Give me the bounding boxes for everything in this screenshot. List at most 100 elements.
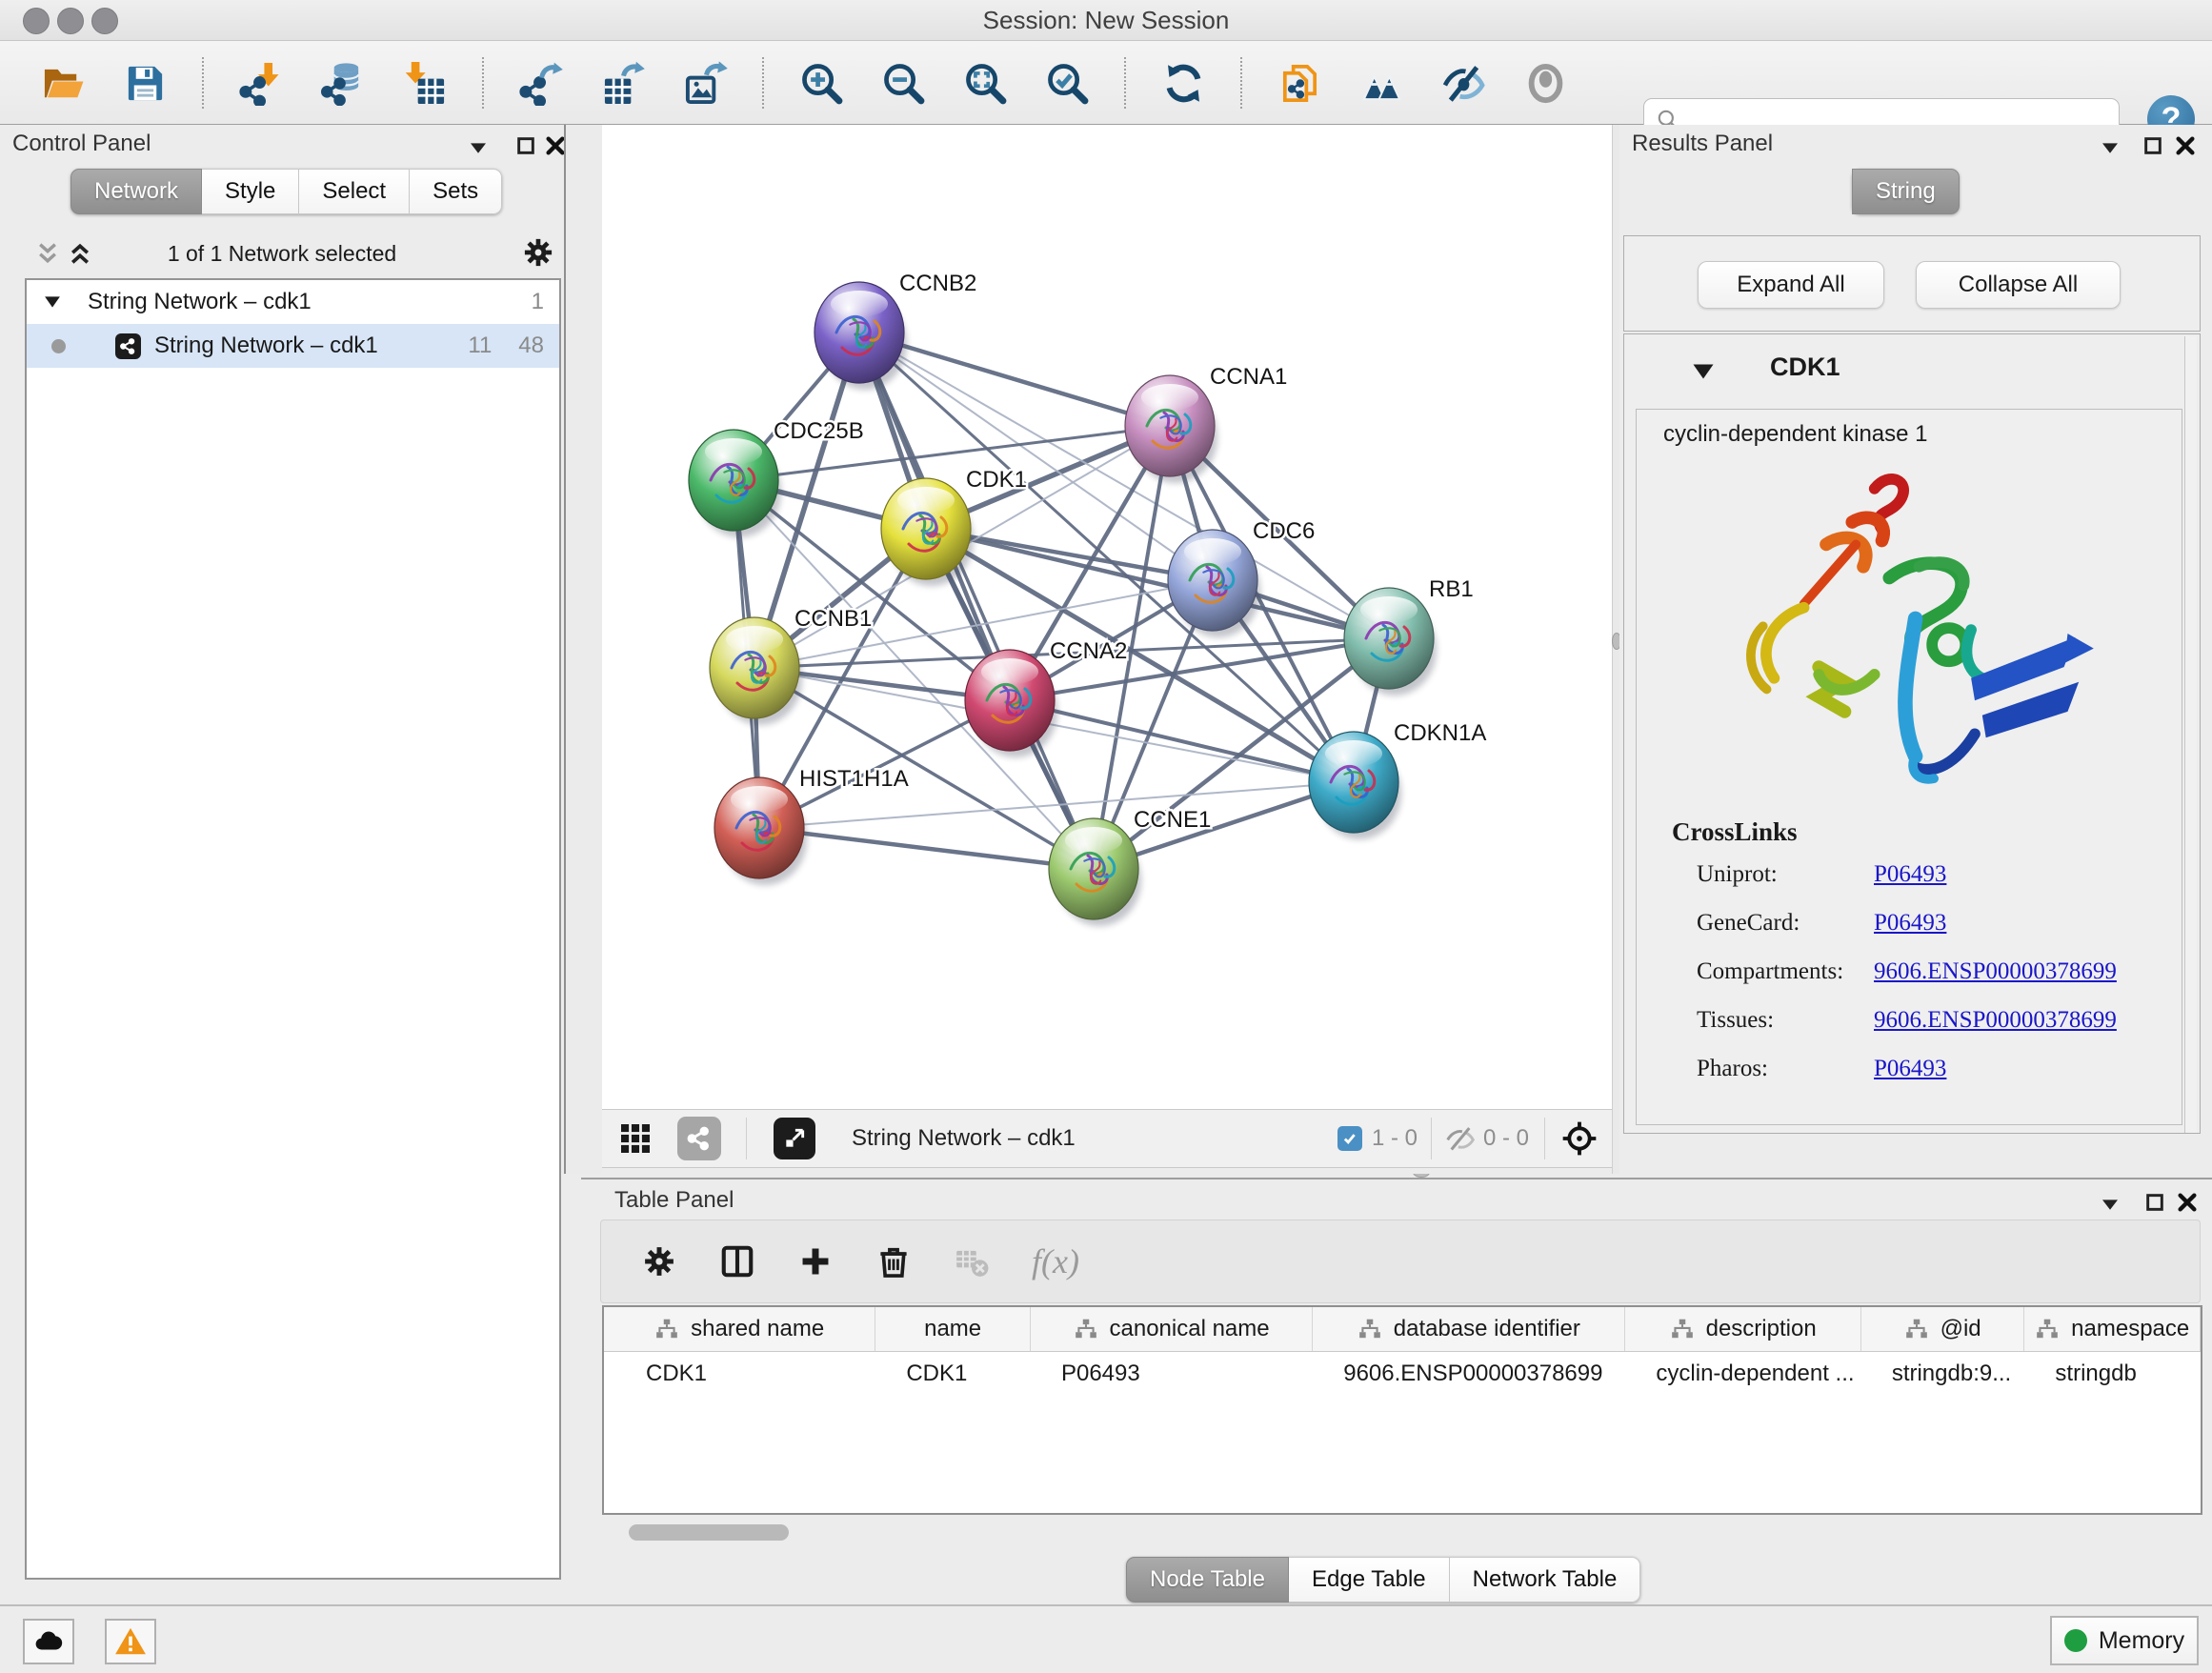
birdseye-view-icon[interactable] <box>1357 58 1406 108</box>
tree-expander-icon[interactable] <box>44 295 61 309</box>
crosslink-row: Compartments:9606.ENSP00000378699 <box>1697 947 2154 996</box>
results-scrollbar[interactable] <box>2184 336 2197 1133</box>
zoom-fit-icon[interactable] <box>960 58 1010 108</box>
graph-node-CDKN1A[interactable]: CDKN1A <box>1309 720 1486 839</box>
table-header-row: shared namenamecanonical namedatabase id… <box>604 1307 2201 1352</box>
column-header-namespace[interactable]: namespace <box>2024 1307 2201 1351</box>
tab-select[interactable]: Select <box>299 169 410 214</box>
hide-graphics-details-icon[interactable] <box>1438 58 1488 108</box>
import-network-from-file-icon[interactable] <box>236 58 286 108</box>
graph-edge-CCNE1-HIST1H1A[interactable] <box>759 828 1094 869</box>
fit-selected-crosshair-icon[interactable] <box>1560 1119 1599 1158</box>
network-row-selected[interactable]: String Network – cdk1 11 48 <box>27 324 559 368</box>
export-table-icon[interactable] <box>598 58 648 108</box>
edge-count: 48 <box>518 333 544 359</box>
network-canvas[interactable]: CCNB2CCNA1CDC25BCDK1CDC6RB1CCNB1CCNA2CDK… <box>602 125 1612 1109</box>
column-header-shared-name[interactable]: shared name <box>604 1307 875 1351</box>
crosslink-link[interactable]: 9606.ENSP00000378699 <box>1874 958 2117 985</box>
apply-preferred-layout-icon[interactable] <box>1158 58 1208 108</box>
crosslink-link[interactable]: P06493 <box>1874 861 1946 888</box>
tab-string[interactable]: String <box>1852 169 1960 214</box>
memory-button[interactable]: Memory <box>2050 1616 2199 1665</box>
graph-node-CCNA1[interactable]: CCNA1 <box>1125 364 1287 483</box>
collapse-panel-icon[interactable] <box>2101 140 2120 155</box>
zoom-window-button[interactable] <box>91 8 118 34</box>
column-header-canonical-name[interactable]: canonical name <box>1031 1307 1313 1351</box>
column-header-description[interactable]: description <box>1625 1307 1860 1351</box>
close-panel-icon[interactable] <box>2177 1192 2198 1213</box>
warnings-button[interactable] <box>105 1619 156 1664</box>
minimize-window-button[interactable] <box>57 8 84 34</box>
close-panel-icon[interactable] <box>2175 135 2196 156</box>
zoom-out-icon[interactable] <box>878 58 928 108</box>
graph-node-CDC25B[interactable]: CDC25B <box>689 418 864 537</box>
node-label-CCNE1: CCNE1 <box>1134 807 1211 833</box>
graph-node-RB1[interactable]: RB1 <box>1344 576 1474 695</box>
protein-structure-image <box>1696 448 2105 819</box>
show-graphics-details-icon[interactable] <box>1275 58 1324 108</box>
export-network-icon[interactable] <box>516 58 566 108</box>
hidden-eye-slash-icon[interactable] <box>1445 1123 1476 1154</box>
crosslink-link[interactable]: P06493 <box>1874 910 1946 937</box>
selected-checkbox-icon[interactable] <box>1337 1126 1362 1151</box>
graph-node-CCNB2[interactable]: CCNB2 <box>814 271 976 390</box>
open-session-icon[interactable] <box>38 58 88 108</box>
network-options-gear-icon[interactable] <box>521 235 555 270</box>
import-table-from-file-icon[interactable] <box>400 58 450 108</box>
collapse-all-button[interactable]: Collapse All <box>1916 261 2121 309</box>
grid-view-icon[interactable] <box>618 1121 653 1156</box>
float-panel-icon[interactable] <box>2142 135 2163 156</box>
table-options-gear-icon[interactable] <box>641 1243 677 1280</box>
column-header-database-identifier[interactable]: database identifier <box>1313 1307 1625 1351</box>
results-panel-tabs: String <box>1852 169 1960 214</box>
save-session-icon[interactable] <box>120 58 170 108</box>
float-panel-icon[interactable] <box>515 135 536 156</box>
graph-edge-CCNA2-CDKN1A[interactable] <box>1010 700 1354 782</box>
crosslink-link[interactable]: P06493 <box>1874 1056 1946 1082</box>
float-panel-icon[interactable] <box>2144 1192 2165 1213</box>
crosslink-link[interactable]: 9606.ENSP00000378699 <box>1874 1007 2117 1034</box>
entry-title: CDK1 <box>1770 353 1840 382</box>
control-panel-tabs: Network Style Select Sets <box>70 169 502 214</box>
graph-node-CDC6[interactable]: CDC6 <box>1168 518 1315 637</box>
crosslink-label: Pharos: <box>1697 1056 1874 1082</box>
collapse-panel-icon[interactable] <box>2101 1197 2120 1212</box>
tab-edge-table[interactable]: Edge Table <box>1289 1557 1450 1602</box>
birdseye-toggle-icon[interactable] <box>774 1118 815 1159</box>
vertical-splitter-left[interactable] <box>564 125 605 1174</box>
tab-network-table[interactable]: Network Table <box>1450 1557 1641 1602</box>
network-collection-row[interactable]: String Network – cdk1 1 <box>27 280 559 324</box>
entry-expander-icon[interactable] <box>1692 363 1715 380</box>
toolbar-separator <box>1240 57 1242 109</box>
network-share-icon[interactable] <box>677 1117 721 1160</box>
tab-style[interactable]: Style <box>202 169 299 214</box>
close-window-button[interactable] <box>23 8 50 34</box>
graph-node-CCNA2[interactable]: CCNA2 <box>965 638 1127 757</box>
column-header--id[interactable]: @id <box>1861 1307 2025 1351</box>
tab-network[interactable]: Network <box>70 169 202 214</box>
eye-icon[interactable] <box>1520 58 1570 108</box>
graph-node-CCNE1[interactable]: CCNE1 <box>1049 807 1211 926</box>
collapse-panel-icon[interactable] <box>469 140 488 155</box>
results-entry-box: CDK1 cyclin-dependent kinase 1 <box>1623 333 2201 1134</box>
close-panel-icon[interactable] <box>545 135 566 156</box>
export-image-icon[interactable] <box>680 58 730 108</box>
column-header-name[interactable]: name <box>875 1307 1031 1351</box>
show-columns-icon[interactable] <box>719 1243 755 1280</box>
zoom-selected-icon[interactable] <box>1042 58 1092 108</box>
horizontal-scrollbar-thumb[interactable] <box>629 1524 789 1541</box>
graph-node-CDK1[interactable]: CDK1 <box>881 467 1027 586</box>
tab-sets[interactable]: Sets <box>410 169 502 214</box>
import-network-from-database-icon[interactable] <box>318 58 368 108</box>
expand-all-button[interactable]: Expand All <box>1698 261 1884 309</box>
crosslink-row: Tissues:9606.ENSP00000378699 <box>1697 996 2154 1044</box>
zoom-in-icon[interactable] <box>796 58 846 108</box>
tab-node-table[interactable]: Node Table <box>1126 1557 1289 1602</box>
graph-node-HIST1H1A[interactable]: HIST1H1A <box>714 766 909 885</box>
table-row[interactable]: CDK1CDK1P064939606.ENSP00000378699cyclin… <box>604 1352 2201 1396</box>
cloud-status-button[interactable] <box>23 1619 74 1664</box>
network-view-statusbar: String Network – cdk1 1 - 0 0 - 0 <box>602 1109 1612 1168</box>
delete-column-trash-icon[interactable] <box>875 1243 912 1280</box>
results-panel-title: Results Panel <box>1632 131 1773 157</box>
create-column-plus-icon[interactable] <box>797 1243 834 1280</box>
